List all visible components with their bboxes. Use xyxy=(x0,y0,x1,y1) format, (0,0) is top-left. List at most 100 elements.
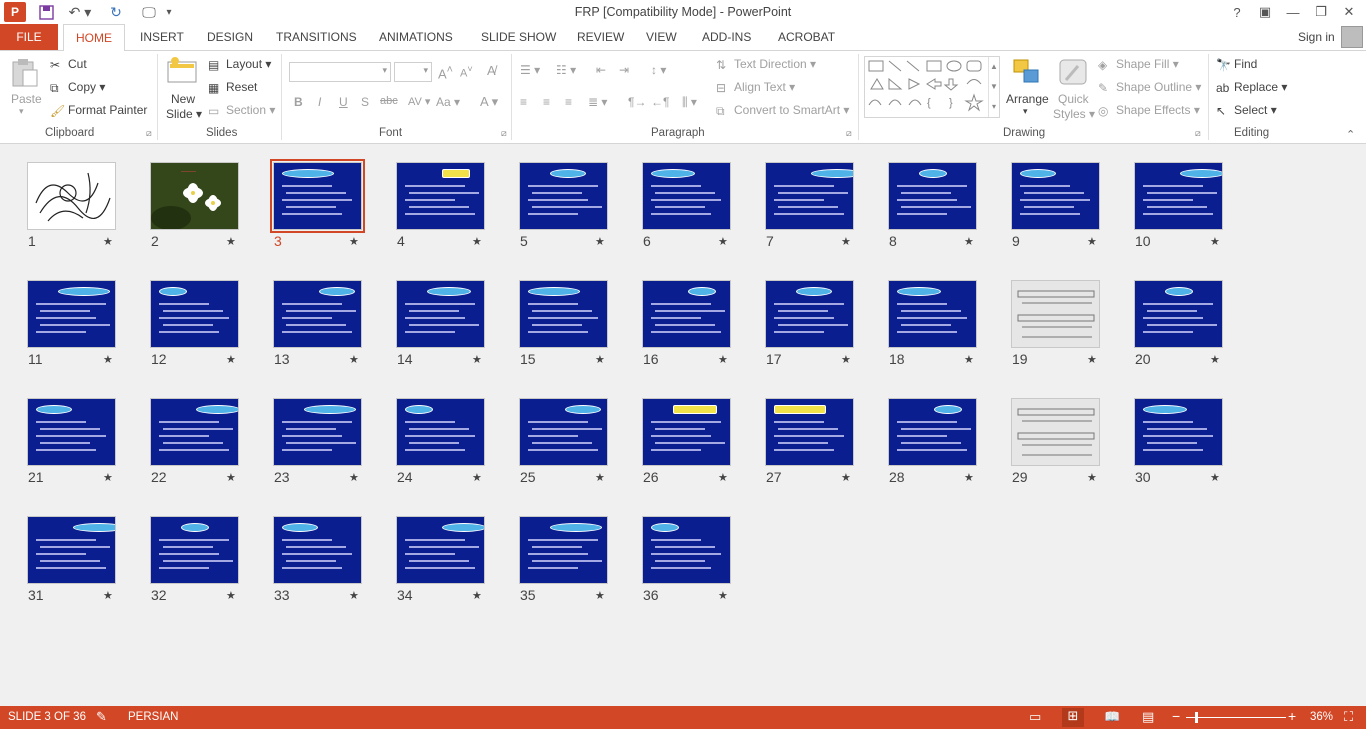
slide-thumbnail[interactable] xyxy=(519,516,608,584)
slide-thumbnail[interactable] xyxy=(888,280,977,348)
animation-star-icon[interactable]: ★ xyxy=(1087,235,1097,248)
arrange-icon[interactable] xyxy=(1012,58,1042,88)
font-name-dropdown[interactable]: ▾ xyxy=(289,62,391,82)
justify-icon[interactable]: ≣ ▾ xyxy=(588,95,607,109)
animation-star-icon[interactable]: ★ xyxy=(841,353,851,366)
slide-thumbnail[interactable] xyxy=(1011,398,1100,466)
slide-thumbnail[interactable] xyxy=(888,162,977,230)
slide-thumbnail[interactable] xyxy=(270,159,365,233)
arrange-button[interactable]: Arrange xyxy=(1006,92,1049,106)
tab-design[interactable]: DESIGN xyxy=(207,30,253,44)
find-button[interactable]: 🔭 Find xyxy=(1216,57,1257,72)
quick-styles-label[interactable]: Quick xyxy=(1058,92,1089,106)
layout-button[interactable]: ▤ Layout ▾ xyxy=(208,57,271,72)
slide-thumbnail[interactable] xyxy=(273,398,362,466)
zoom-slider-thumb[interactable] xyxy=(1195,712,1198,723)
slide-thumbnail[interactable] xyxy=(150,516,239,584)
slide-thumbnail[interactable] xyxy=(27,280,116,348)
animation-star-icon[interactable]: ★ xyxy=(349,471,359,484)
convert-smartart-button[interactable]: ⧉ Convert to SmartArt ▾ xyxy=(716,103,849,118)
shadow-icon[interactable]: S xyxy=(361,95,369,109)
gallery-scroll-icon[interactable]: ▲ ▼ ▾ xyxy=(988,57,999,117)
fit-slide-icon[interactable]: ⛶ xyxy=(1344,709,1353,725)
font-dialog-launcher-icon[interactable]: ⧄ xyxy=(501,128,507,139)
animation-star-icon[interactable]: ★ xyxy=(595,235,605,248)
animation-star-icon[interactable]: ★ xyxy=(472,353,482,366)
restore-icon[interactable]: ❐ xyxy=(1308,2,1334,22)
slide-thumbnail[interactable]: ——— xyxy=(150,162,239,230)
animation-star-icon[interactable]: ★ xyxy=(103,589,113,602)
slide-thumbnail[interactable] xyxy=(27,398,116,466)
animation-star-icon[interactable]: ★ xyxy=(349,235,359,248)
slide-thumbnail[interactable] xyxy=(1134,398,1223,466)
tab-acrobat[interactable]: ACROBAT xyxy=(778,30,835,44)
slide-thumbnail[interactable] xyxy=(765,398,854,466)
animation-star-icon[interactable]: ★ xyxy=(964,471,974,484)
animation-star-icon[interactable]: ★ xyxy=(226,235,236,248)
animation-star-icon[interactable]: ★ xyxy=(841,471,851,484)
increase-indent-icon[interactable]: ⇥ xyxy=(619,63,629,77)
slide-thumbnail[interactable] xyxy=(27,162,116,230)
character-spacing-icon[interactable]: AV ▾ xyxy=(408,95,430,108)
slide-thumbnail[interactable] xyxy=(642,516,731,584)
slide-thumbnail[interactable] xyxy=(888,398,977,466)
text-direction-button[interactable]: ⇅ Text Direction ▾ xyxy=(716,57,816,72)
animation-star-icon[interactable]: ★ xyxy=(718,235,728,248)
slide-thumbnail[interactable] xyxy=(396,162,485,230)
animation-star-icon[interactable]: ★ xyxy=(472,589,482,602)
right-to-left-icon[interactable]: ←¶ xyxy=(651,95,669,109)
animation-star-icon[interactable]: ★ xyxy=(226,471,236,484)
normal-view-icon[interactable]: ▭ xyxy=(1029,709,1041,725)
ribbon-display-options-icon[interactable]: ▣ xyxy=(1252,2,1278,22)
bold-icon[interactable]: B xyxy=(294,95,303,109)
animation-star-icon[interactable]: ★ xyxy=(103,471,113,484)
slide-thumbnail[interactable] xyxy=(1011,280,1100,348)
zoom-level[interactable]: 36% xyxy=(1310,711,1333,723)
slide-thumbnail[interactable] xyxy=(1011,162,1100,230)
strikethrough-icon[interactable]: abc xyxy=(380,95,398,107)
reset-button[interactable]: ▦ Reset xyxy=(208,80,257,95)
slide-thumbnail[interactable] xyxy=(396,280,485,348)
italic-icon[interactable]: I xyxy=(318,95,321,109)
cut-button[interactable]: ✂ Cut xyxy=(50,57,87,72)
new-slide-icon[interactable] xyxy=(166,56,198,86)
change-case-icon[interactable]: Aa ▾ xyxy=(436,95,460,109)
replace-button[interactable]: ab Replace ▾ xyxy=(1216,80,1287,95)
quick-styles-label-2[interactable]: Styles ▾ xyxy=(1053,107,1095,121)
tab-view[interactable]: VIEW xyxy=(646,30,677,44)
decrease-indent-icon[interactable]: ⇤ xyxy=(596,63,606,77)
animation-star-icon[interactable]: ★ xyxy=(103,235,113,248)
slide-thumbnail[interactable] xyxy=(396,516,485,584)
paragraph-dialog-launcher-icon[interactable]: ⧄ xyxy=(846,128,852,139)
language-indicator[interactable]: PERSIAN xyxy=(128,711,179,723)
animation-star-icon[interactable]: ★ xyxy=(472,471,482,484)
font-size-dropdown[interactable]: ▾ xyxy=(394,62,432,82)
slide-thumbnail[interactable] xyxy=(273,516,362,584)
animation-star-icon[interactable]: ★ xyxy=(595,353,605,366)
bullets-icon[interactable]: ☰ ▾ xyxy=(520,63,540,77)
tab-file[interactable]: FILE xyxy=(0,24,58,50)
slide-thumbnail[interactable] xyxy=(642,162,731,230)
animation-star-icon[interactable]: ★ xyxy=(595,589,605,602)
font-color-icon[interactable]: A ▾ xyxy=(480,94,498,110)
new-slide-label[interactable]: New xyxy=(171,92,195,106)
tab-animations[interactable]: ANIMATIONS xyxy=(379,30,453,44)
animation-star-icon[interactable]: ★ xyxy=(1087,471,1097,484)
clipboard-dialog-launcher-icon[interactable]: ⧄ xyxy=(146,128,152,139)
close-icon[interactable]: ✕ xyxy=(1336,2,1362,22)
animation-star-icon[interactable]: ★ xyxy=(1087,353,1097,366)
animation-star-icon[interactable]: ★ xyxy=(1210,471,1220,484)
tab-transitions[interactable]: TRANSITIONS xyxy=(276,30,357,44)
animation-star-icon[interactable]: ★ xyxy=(595,471,605,484)
reading-view-icon[interactable]: 📖 xyxy=(1104,709,1120,725)
animation-star-icon[interactable]: ★ xyxy=(841,235,851,248)
shape-effects-button[interactable]: ◎ Shape Effects ▾ xyxy=(1098,103,1200,118)
slide-show-icon[interactable]: ▤ xyxy=(1142,709,1154,725)
slide-thumbnail[interactable] xyxy=(765,280,854,348)
shape-outline-button[interactable]: ✎ Shape Outline ▾ xyxy=(1098,80,1201,95)
clear-formatting-icon[interactable]: A̸ xyxy=(487,63,496,78)
quick-styles-icon[interactable] xyxy=(1058,58,1088,88)
tab-add-ins[interactable]: ADD-INS xyxy=(702,30,751,44)
tab-home[interactable]: HOME xyxy=(63,24,125,51)
format-painter-button[interactable]: 🖌 Format Painter xyxy=(50,103,147,118)
